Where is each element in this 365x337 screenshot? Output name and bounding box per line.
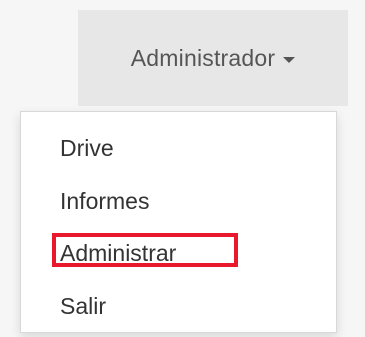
- caret-down-icon: [283, 57, 296, 63]
- menu-item-salir[interactable]: Salir: [60, 292, 106, 320]
- dropdown-toggle-label: Administrador: [130, 44, 276, 71]
- menu-item-administrar[interactable]: Administrar: [60, 239, 176, 267]
- menu-item-informes[interactable]: Informes: [60, 187, 149, 215]
- menu-item-drive[interactable]: Drive: [60, 134, 114, 162]
- screenshot-stage: Administrador Drive Informes Administrar…: [0, 0, 365, 337]
- navbar: Administrador: [0, 0, 365, 106]
- administrador-dropdown-toggle[interactable]: Administrador: [78, 10, 348, 106]
- dropdown-menu: Drive Informes Administrar Salir: [20, 111, 337, 333]
